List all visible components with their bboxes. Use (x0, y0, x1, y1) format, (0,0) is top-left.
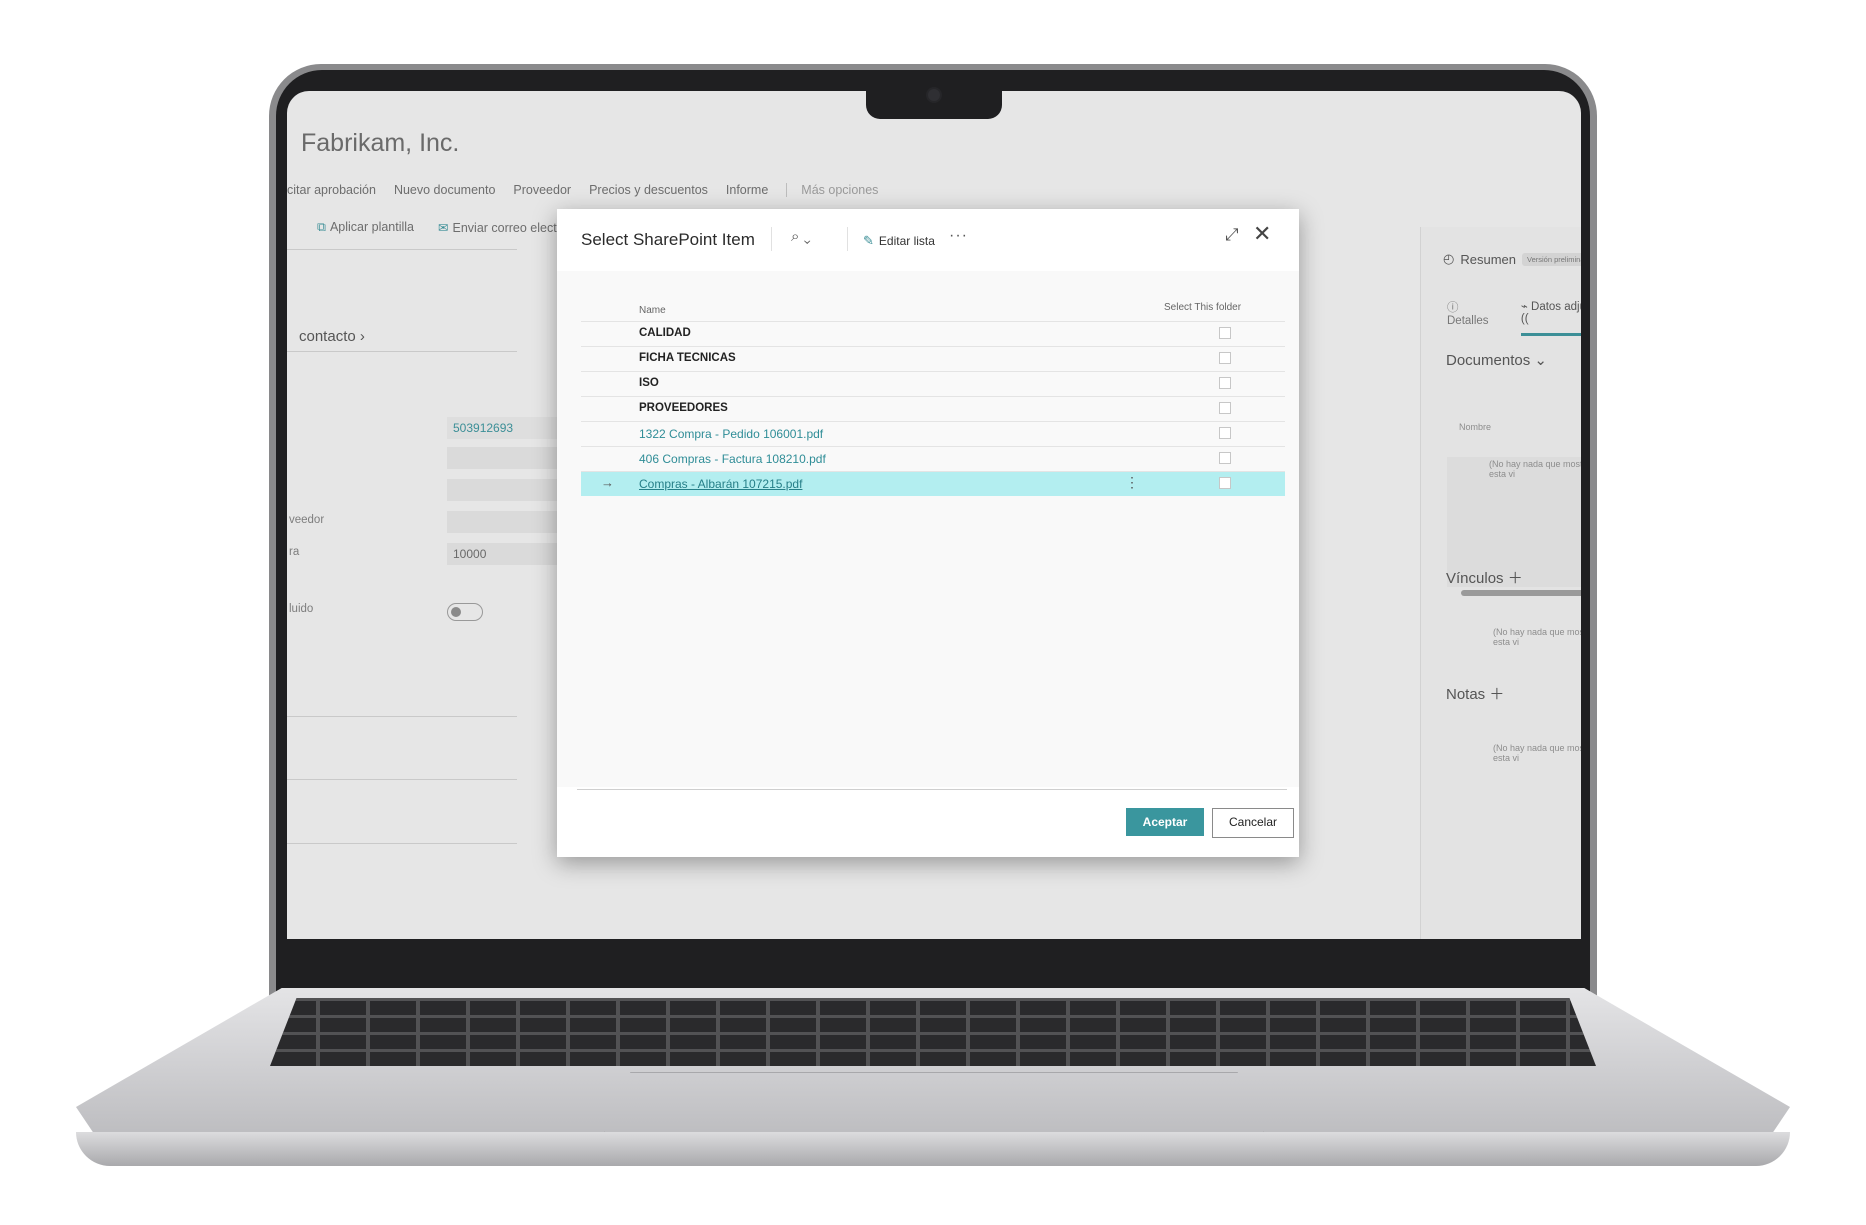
links-header[interactable]: Vínculos ＋ (1446, 567, 1523, 588)
list-item[interactable]: FICHA TECNICAS (581, 346, 1285, 371)
page-title: Fabrikam, Inc. (301, 129, 460, 157)
field-empty-2[interactable] (447, 479, 557, 501)
divider (287, 779, 517, 780)
vat-field[interactable]: 503912693 (447, 417, 557, 439)
list-item[interactable]: ISO (581, 371, 1285, 396)
select-checkbox[interactable] (1219, 377, 1231, 389)
factbox-header: ◴ Resumen Versión preliminar (1443, 251, 1581, 267)
documents-header[interactable]: Documentos ⌄ (1446, 351, 1547, 369)
select-sharepoint-dialog: Select SharePoint Item ⌕ ⌄ ✎ Editar list… (557, 209, 1299, 857)
supplier-field[interactable] (447, 511, 557, 533)
preview-badge: Versión preliminar (1521, 252, 1581, 266)
divider (287, 249, 517, 250)
toggle-switch[interactable] (447, 603, 483, 621)
send-email-button[interactable]: ✉ Enviar correo electr (438, 220, 561, 235)
divider (287, 716, 517, 717)
more-options-button[interactable]: ··· (949, 227, 968, 245)
tab-attachments[interactable]: ⌁ Datos adjuntos (( (1520, 299, 1581, 336)
keyboard (270, 998, 1596, 1066)
toggle-label: luido (289, 603, 314, 615)
name-column: Nombre (1459, 422, 1492, 432)
toolbar: ⧉ Aplicar plantilla ✉ Enviar correo electr (317, 220, 561, 235)
laptop-front-edge (76, 1132, 1790, 1166)
list-item-selected[interactable]: → Compras - Albarán 107215.pdf ⋮ (581, 471, 1285, 496)
empty-message: (No hay nada que mostrar en esta vi (1493, 627, 1581, 647)
action-new-document[interactable]: Nuevo documento (394, 183, 495, 197)
section-contact[interactable]: contacto › (299, 328, 365, 345)
tab-details[interactable]: ⓘ Detalles (1447, 299, 1499, 336)
cancel-button[interactable]: Cancelar (1212, 808, 1294, 838)
action-more-options[interactable]: Más opciones (786, 183, 878, 197)
expand-icon[interactable]: ⤢ (1225, 225, 1239, 245)
list-item[interactable]: 406 Compras - Factura 108210.pdf (581, 446, 1285, 471)
divider (577, 789, 1287, 790)
summary-icon: ◴ (1443, 251, 1455, 266)
select-checkbox[interactable] (1219, 352, 1231, 364)
trackpad (604, 1072, 1264, 1133)
factbox-pane: ◴ Resumen Versión preliminar ⓘ Detalles … (1420, 227, 1581, 939)
list-item[interactable]: CALIDAD (581, 321, 1285, 346)
divider (287, 351, 517, 352)
template-icon: ⧉ (317, 220, 326, 234)
factbox-tabs: ⓘ Detalles ⌁ Datos adjuntos (( (1447, 299, 1581, 336)
action-bar: citar aprobación Nuevo documento Proveed… (287, 183, 878, 197)
camera-icon (928, 89, 940, 101)
list-item[interactable]: 1322 Compra - Pedido 106001.pdf (581, 421, 1285, 446)
divider (287, 843, 517, 844)
action-prices[interactable]: Precios y descuentos (589, 183, 708, 197)
amount-label: ra (289, 546, 300, 558)
search-icon[interactable]: ⌕ ⌄ (791, 228, 811, 245)
close-icon[interactable]: ✕ (1253, 221, 1271, 247)
supplier-label: veedor (289, 514, 325, 526)
field-empty-1[interactable] (447, 447, 557, 469)
accept-button[interactable]: Aceptar (1126, 808, 1204, 836)
edit-list-icon: ✎ (863, 233, 874, 248)
action-report[interactable]: Informe (726, 183, 768, 197)
scrollbar[interactable] (1461, 590, 1581, 596)
notes-header[interactable]: Notas ＋ (1446, 683, 1504, 704)
column-select-folder[interactable]: Select This folder (1164, 302, 1241, 313)
divider (847, 227, 848, 251)
select-checkbox[interactable] (1219, 427, 1231, 439)
dialog-title: Select SharePoint Item (581, 230, 755, 249)
empty-message: (No hay nada que mostrar en esta vi (1493, 743, 1581, 763)
divider (771, 227, 772, 251)
arrow-right-icon: → (601, 475, 614, 490)
select-checkbox[interactable] (1219, 327, 1231, 339)
action-request-approval[interactable]: citar aprobación (287, 183, 376, 197)
column-name[interactable]: Name (639, 305, 666, 316)
apply-template-button[interactable]: ⧉ Aplicar plantilla (317, 220, 414, 235)
select-checkbox[interactable] (1219, 402, 1231, 414)
select-checkbox[interactable] (1219, 477, 1231, 489)
list-item[interactable]: PROVEEDORES (581, 396, 1285, 421)
factbox-title: Resumen (1460, 251, 1516, 267)
select-checkbox[interactable] (1219, 452, 1231, 464)
action-vendor[interactable]: Proveedor (513, 183, 571, 197)
empty-message: (No hay nada que mostrar en esta vi (1489, 459, 1581, 479)
edit-list-button[interactable]: ✎ Editar lista (863, 233, 935, 249)
items-list: CALIDAD FICHA TECNICAS ISO PROVEEDORES 1… (581, 321, 1285, 496)
amount-field[interactable]: 10000 (447, 543, 557, 565)
row-menu-icon[interactable]: ⋮ (1125, 474, 1139, 491)
mail-icon: ✉ (438, 221, 449, 235)
